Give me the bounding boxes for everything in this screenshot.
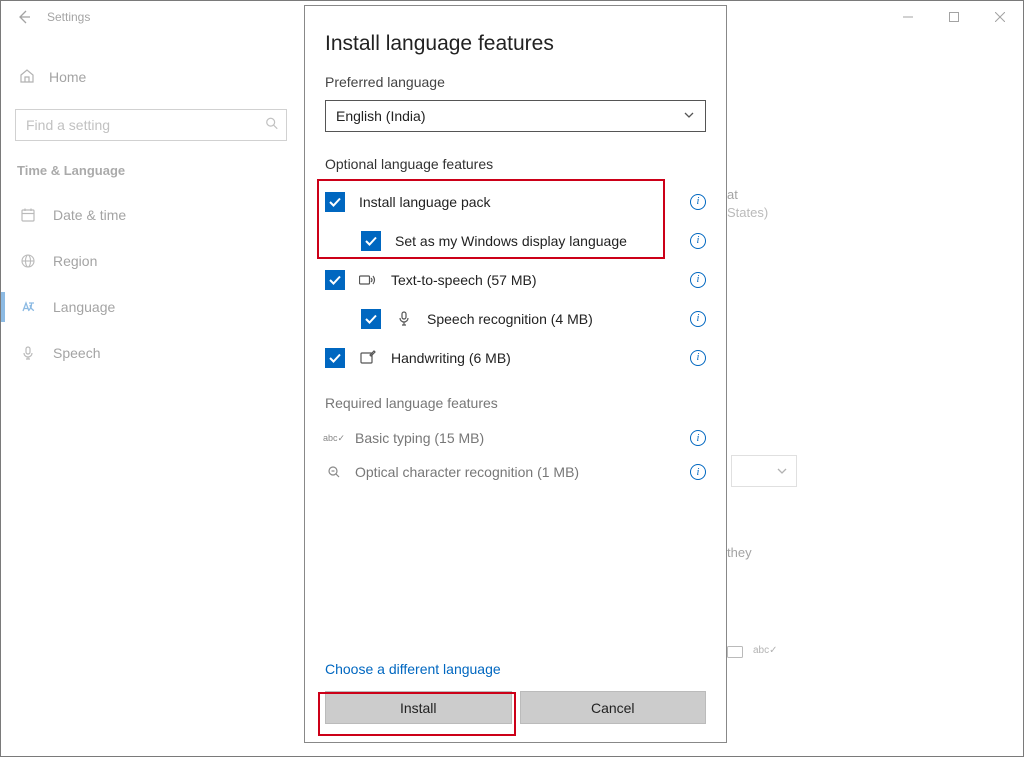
checkbox-checked[interactable] <box>325 192 345 212</box>
handwriting-icon <box>359 349 377 367</box>
feature-label: Speech recognition (4 MB) <box>427 311 593 327</box>
sidebar-home-label: Home <box>49 69 86 85</box>
feature-install-language-pack[interactable]: Install language pack i <box>325 182 706 221</box>
sidebar-section-header: Time & Language <box>1 159 301 192</box>
tts-icon <box>359 271 377 289</box>
chevron-down-icon <box>683 109 695 124</box>
required-basic-typing: abc✓ Basic typing (15 MB) i <box>325 421 706 455</box>
sidebar-item-speech[interactable]: Speech <box>1 330 301 376</box>
sidebar-home[interactable]: Home <box>1 57 301 97</box>
back-button[interactable] <box>1 1 47 33</box>
bg-text-b: States) <box>727 205 768 220</box>
globe-icon <box>19 252 37 270</box>
optional-features-list: Install language pack i Set as my Window… <box>325 182 706 377</box>
preferred-language-label: Preferred language <box>325 74 706 90</box>
cancel-button[interactable]: Cancel <box>520 691 707 724</box>
install-button[interactable]: Install <box>325 691 512 724</box>
sidebar-item-label: Date & time <box>53 207 126 223</box>
abc-icon: abc✓ <box>325 433 343 444</box>
feature-label: Text-to-speech (57 MB) <box>391 272 537 288</box>
feature-label: Install language pack <box>359 194 491 210</box>
keyboard-icon <box>727 645 743 661</box>
preferred-language-value: English (India) <box>336 108 426 124</box>
search-input[interactable] <box>15 109 287 141</box>
feature-handwriting[interactable]: Handwriting (6 MB) i <box>325 338 706 377</box>
info-icon[interactable]: i <box>690 233 706 249</box>
feature-label: Handwriting (6 MB) <box>391 350 511 366</box>
install-language-dialog: Install language features Preferred lang… <box>304 5 727 743</box>
sidebar-item-label: Speech <box>53 345 100 361</box>
microphone-icon <box>395 310 413 328</box>
required-ocr: Optical character recognition (1 MB) i <box>325 455 706 489</box>
checkbox-checked[interactable] <box>325 348 345 368</box>
checkbox-checked[interactable] <box>325 270 345 290</box>
info-icon[interactable]: i <box>690 272 706 288</box>
required-label: Basic typing (15 MB) <box>355 430 484 446</box>
info-icon[interactable]: i <box>690 464 706 480</box>
sidebar-search[interactable] <box>15 109 287 141</box>
preferred-language-combo[interactable]: English (India) <box>325 100 706 132</box>
dialog-title: Install language features <box>325 32 706 56</box>
sidebar-item-label: Region <box>53 253 97 269</box>
checkbox-checked[interactable] <box>361 309 381 329</box>
info-icon[interactable]: i <box>690 194 706 210</box>
info-icon[interactable]: i <box>690 430 706 446</box>
sidebar-item-label: Language <box>53 299 115 315</box>
feature-speech-recognition[interactable]: Speech recognition (4 MB) i <box>325 299 706 338</box>
feature-text-to-speech[interactable]: Text-to-speech (57 MB) i <box>325 260 706 299</box>
search-icon <box>265 117 279 134</box>
sidebar-item-language[interactable]: Language <box>1 284 301 330</box>
feature-label: Set as my Windows display language <box>395 233 627 249</box>
optional-features-label: Optional language features <box>325 156 706 172</box>
required-features-label: Required language features <box>325 395 706 411</box>
close-button[interactable] <box>977 1 1023 33</box>
maximize-button[interactable] <box>931 1 977 33</box>
window-title: Settings <box>47 10 90 24</box>
home-icon <box>19 68 35 87</box>
minimize-button[interactable] <box>885 1 931 33</box>
abc-icon: abc✓ <box>753 645 778 661</box>
bg-combo[interactable] <box>731 455 797 487</box>
calendar-icon <box>19 206 37 224</box>
bg-text-c: they <box>727 545 752 560</box>
info-icon[interactable]: i <box>690 311 706 327</box>
sidebar: Home Time & Language Date & time Region <box>1 47 301 756</box>
choose-different-language-link[interactable]: Choose a different language <box>325 661 501 677</box>
bg-text-a: at <box>727 187 738 202</box>
required-label: Optical character recognition (1 MB) <box>355 464 579 480</box>
sidebar-item-region[interactable]: Region <box>1 238 301 284</box>
feature-set-display-language[interactable]: Set as my Windows display language i <box>325 221 706 260</box>
info-icon[interactable]: i <box>690 350 706 366</box>
required-features-section: Required language features abc✓ Basic ty… <box>325 395 706 489</box>
microphone-icon <box>19 344 37 362</box>
ocr-icon <box>325 465 343 479</box>
settings-window: Settings Home Time & Languag <box>0 0 1024 757</box>
sidebar-item-date-time[interactable]: Date & time <box>1 192 301 238</box>
language-icon <box>19 298 37 316</box>
bg-iconrow: abc✓ <box>727 645 778 661</box>
checkbox-checked[interactable] <box>361 231 381 251</box>
